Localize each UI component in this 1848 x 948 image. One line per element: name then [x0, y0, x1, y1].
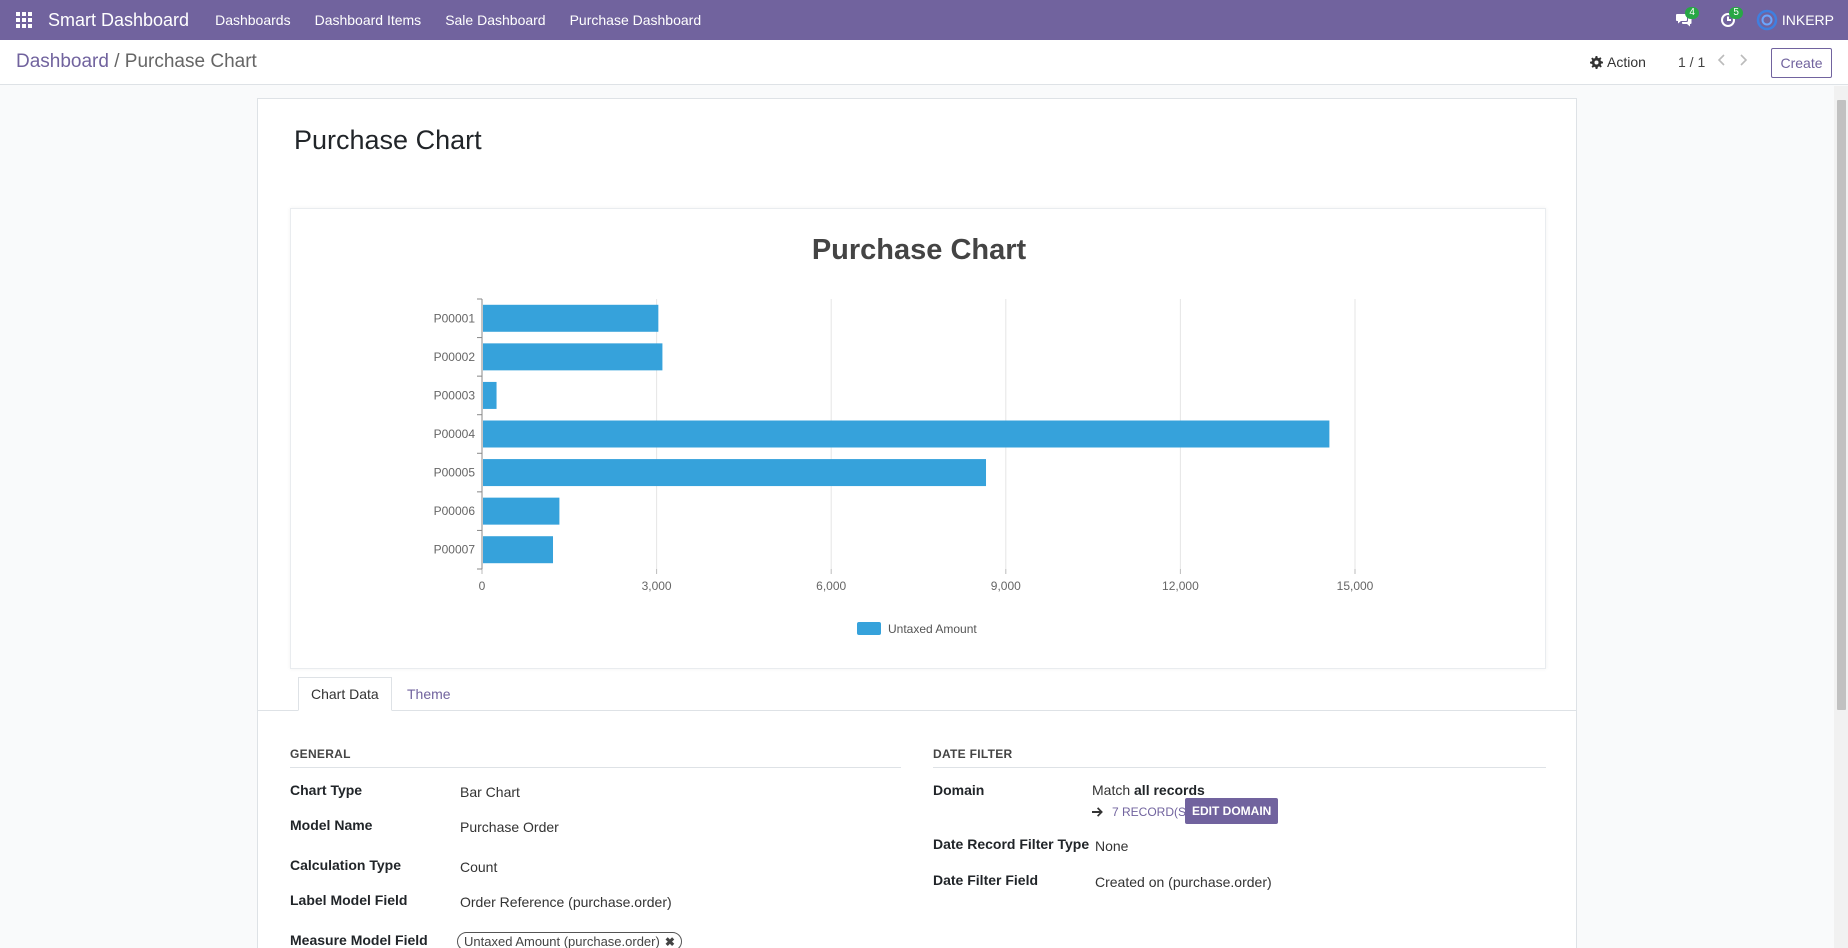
- notebook-tabs: Chart Data Theme: [258, 677, 1576, 711]
- action-menu-button[interactable]: Action: [1590, 54, 1646, 70]
- label-model-field-value[interactable]: Order Reference (purchase.order): [460, 894, 672, 910]
- company-logo-icon: [1756, 9, 1778, 31]
- activities-button[interactable]: 5: [1706, 0, 1750, 40]
- breadcrumb: Dashboard / Purchase Chart: [16, 51, 257, 73]
- bar-p00001: [483, 304, 659, 332]
- user-name: INKERP: [1781, 12, 1834, 28]
- y-tick-label: P00004: [434, 427, 476, 441]
- menu-purchase-dashboard[interactable]: Purchase Dashboard: [558, 12, 714, 28]
- label-model-field-label: Label Model Field: [290, 892, 408, 908]
- user-menu[interactable]: INKERP: [1750, 9, 1848, 31]
- record-title: Purchase Chart: [294, 125, 482, 155]
- bar-p00004: [483, 420, 1330, 448]
- chart-type-value[interactable]: Bar Chart: [460, 784, 520, 800]
- top-navbar: Smart Dashboard Dashboards Dashboard Ite…: [0, 0, 1848, 40]
- edit-domain-button[interactable]: EDIT DOMAIN: [1185, 798, 1279, 824]
- records-count-link[interactable]: 7 RECORD(S): [1092, 805, 1190, 819]
- chevron-right-icon[interactable]: [1735, 52, 1751, 68]
- bar-p00005: [483, 459, 987, 487]
- date-filter-field-value[interactable]: Created on (purchase.order): [1095, 874, 1272, 890]
- page-scrollbar[interactable]: [1834, 86, 1848, 948]
- measure-model-field-label: Measure Model Field: [290, 932, 428, 948]
- legend-swatch: [857, 622, 881, 635]
- chevron-left-icon[interactable]: [1714, 52, 1730, 68]
- app-brand[interactable]: Smart Dashboard: [48, 10, 203, 31]
- tab-chart-data[interactable]: Chart Data: [298, 677, 392, 711]
- remove-tag-icon[interactable]: ✖: [665, 935, 675, 948]
- legend-label: Untaxed Amount: [888, 622, 977, 636]
- records-count-label: 7 RECORD(S): [1112, 805, 1191, 819]
- y-tick-label: P00006: [434, 504, 476, 518]
- create-button[interactable]: Create: [1771, 48, 1832, 78]
- y-tick-label: P00007: [434, 543, 476, 557]
- breadcrumb-separator: /: [114, 51, 120, 72]
- scrollbar-thumb[interactable]: [1837, 100, 1846, 710]
- domain-summary: Match all records: [1092, 782, 1205, 798]
- measure-field-tag-label: Untaxed Amount (purchase.order): [464, 934, 660, 948]
- domain-bold: all records: [1134, 782, 1205, 798]
- form-sheet: Purchase Chart Purchase Chart 0 3,000 6,000…: [257, 98, 1577, 948]
- y-tick-label: P00003: [434, 388, 476, 402]
- pager-value[interactable]: 1 / 1: [1678, 54, 1705, 70]
- model-name-label: Model Name: [290, 817, 373, 833]
- chart-preview: Purchase Chart 0 3,000 6,000 9,000 12,000 15,0…: [290, 208, 1546, 669]
- menu-dashboards[interactable]: Dashboards: [203, 12, 303, 28]
- calculation-type-value[interactable]: Count: [460, 859, 497, 875]
- y-tick-label: P00005: [434, 466, 476, 480]
- x-tick-label: 12,000: [1162, 579, 1199, 593]
- general-heading: GENERAL: [290, 747, 901, 768]
- date-filter-field-label: Date Filter Field: [933, 872, 1039, 888]
- date-record-filter-type-value[interactable]: None: [1095, 838, 1128, 854]
- menu-dashboard-items[interactable]: Dashboard Items: [303, 12, 434, 28]
- activities-count-badge: 5: [1729, 7, 1743, 19]
- calculation-type-label: Calculation Type: [290, 857, 401, 873]
- messages-count-badge: 4: [1685, 7, 1699, 19]
- apps-grid-icon[interactable]: [0, 0, 48, 40]
- y-tick-label: P00001: [434, 311, 476, 325]
- chart-title: Purchase Chart: [812, 234, 1027, 266]
- date-filter-heading: DATE FILTER: [933, 747, 1546, 768]
- domain-label: Domain: [933, 782, 985, 798]
- x-tick-label: 9,000: [991, 579, 1021, 593]
- x-tick-label: 6,000: [816, 579, 846, 593]
- control-panel: Dashboard / Purchase Chart Action 1 / 1: [0, 40, 1848, 85]
- gear-icon: [1590, 55, 1603, 69]
- bar-p00007: [483, 536, 554, 564]
- breadcrumb-dashboard-link[interactable]: Dashboard: [16, 51, 109, 72]
- y-tick-label: P00002: [434, 350, 476, 364]
- arrow-right-icon: [1092, 807, 1103, 817]
- breadcrumb-current: Purchase Chart: [124, 51, 257, 72]
- x-tick-label: 3,000: [642, 579, 672, 593]
- bar-chart: Purchase Chart 0 3,000 6,000 9,000 12,000 15,0…: [434, 234, 1374, 636]
- bar-p00002: [483, 343, 663, 371]
- date-record-filter-type-label: Date Record Filter Type: [933, 836, 1090, 852]
- bar-p00003: [483, 381, 497, 409]
- chart-type-label: Chart Type: [290, 782, 363, 798]
- domain-prefix: Match: [1092, 782, 1135, 798]
- x-tick-label: 15,000: [1337, 579, 1374, 593]
- menu-sale-dashboard[interactable]: Sale Dashboard: [433, 12, 557, 28]
- model-name-value[interactable]: Purchase Order: [460, 819, 559, 835]
- action-label: Action: [1607, 54, 1646, 70]
- x-tick-label: 0: [479, 579, 486, 593]
- tab-theme[interactable]: Theme: [395, 677, 463, 711]
- measure-field-tag: Untaxed Amount (purchase.order) ✖: [457, 932, 682, 948]
- messages-button[interactable]: 4: [1662, 0, 1706, 40]
- bar-p00006: [483, 497, 560, 525]
